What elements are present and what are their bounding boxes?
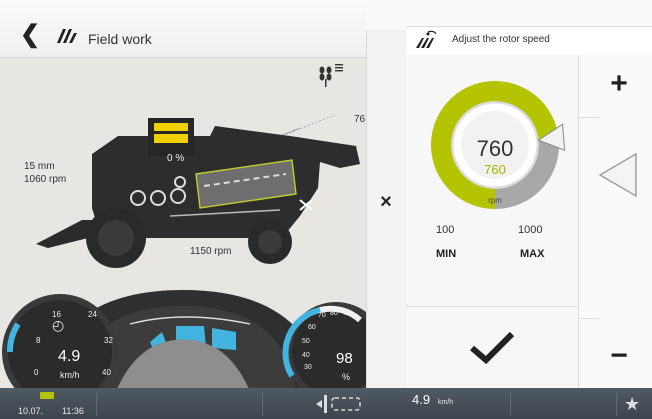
footer-speed: 4.9	[412, 392, 431, 407]
combine-harvester-diagram	[36, 114, 360, 268]
right-tick-60: 60	[308, 324, 316, 331]
back-button[interactable]: ❮	[20, 23, 42, 47]
min-label: MIN	[436, 248, 457, 260]
speed-unit-label: rpm	[488, 196, 502, 205]
page-title: Field work	[88, 31, 152, 47]
right-gauge-unit: %	[342, 372, 351, 382]
max-label: MAX	[520, 248, 545, 260]
footer-date: 10.07.	[18, 406, 44, 416]
battery-icon	[40, 392, 54, 399]
speed-tick-40: 40	[102, 368, 111, 377]
crop-settings-icon[interactable]	[316, 62, 344, 88]
speed-tick-32: 32	[104, 336, 113, 345]
grain-tank-label: 0 %	[167, 153, 185, 164]
right-tick-30: 30	[304, 364, 312, 371]
speed-value: 4.9	[58, 348, 81, 365]
right-tick-50: 50	[302, 338, 310, 345]
left-arrow-icon[interactable]	[596, 150, 640, 200]
footer-divider	[262, 392, 263, 416]
partial-value-label: 76	[354, 114, 366, 125]
footer-divider	[616, 392, 617, 416]
divider	[579, 117, 599, 118]
min-value: 100	[436, 224, 455, 236]
footer-time: 11:36	[62, 406, 84, 416]
current-speed-value: 760	[476, 136, 514, 161]
speed-tick-24: 24	[88, 310, 97, 319]
rotor-adjust-icon	[416, 30, 437, 48]
increase-button[interactable]: +	[604, 68, 634, 100]
right-tick-70: 70	[318, 312, 326, 319]
reel-rpm-label: 1060 rpm	[24, 174, 67, 185]
right-gauge-value: 98	[336, 350, 353, 367]
footer-speed-unit: km/h	[438, 399, 454, 406]
favorites-star-icon[interactable]: ★	[624, 394, 640, 414]
right-tick-80: 80	[330, 310, 338, 317]
max-value: 1000	[518, 224, 543, 236]
speedometer-icon: ◴	[52, 317, 65, 333]
speed-tick-16: 16	[52, 310, 61, 319]
right-tick-40: 40	[302, 352, 310, 359]
divider	[579, 318, 599, 319]
brand-logo-icon	[57, 29, 77, 43]
footer-divider	[510, 392, 511, 416]
adjust-title: Adjust the rotor speed	[452, 34, 550, 45]
footer-divider	[96, 392, 97, 416]
target-speed-value: 760	[484, 162, 506, 177]
steering-icon[interactable]	[312, 392, 372, 416]
close-button[interactable]: ×	[374, 190, 398, 214]
speed-unit: km/h	[60, 370, 80, 380]
confirm-button[interactable]	[468, 330, 516, 366]
speed-tick-0: 0	[34, 368, 39, 377]
cutter-height-label: 15 mm	[24, 161, 55, 172]
field-work-panel: ❮ Field work 15 mm 1060 rpm 0 % 1150 rpm…	[0, 0, 366, 388]
right-tick-90: 90	[344, 310, 352, 317]
dashboard-gauges	[2, 290, 366, 388]
rotor-rpm-label: 1150 rpm	[190, 246, 232, 257]
speed-tick-8: 8	[36, 336, 41, 345]
decrease-button[interactable]: −	[604, 340, 634, 372]
